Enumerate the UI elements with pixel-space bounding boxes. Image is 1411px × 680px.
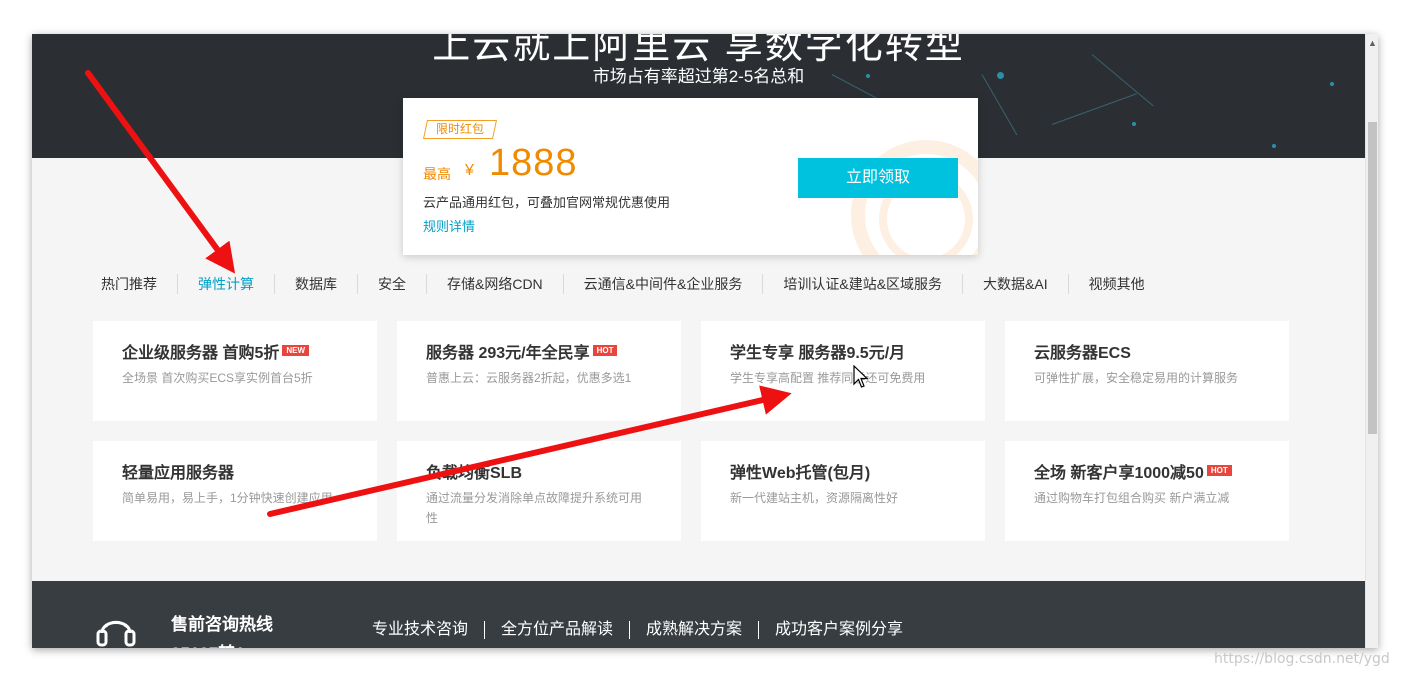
product-card-server-293[interactable]: 服务器 293元/年全民享 HOT 普惠上云：云服务器2折起，优惠多选1 <box>397 321 681 421</box>
footer-link-solutions[interactable]: 成熟解决方案 <box>629 621 758 639</box>
footer-link-product-guide[interactable]: 全方位产品解读 <box>484 621 629 639</box>
decorative-dot <box>866 74 870 78</box>
product-card-enterprise-server[interactable]: 企业级服务器 首购5折 NEW 全场景 首次购买ECS享实例首台5折 <box>93 321 377 421</box>
coupon-prefix: 最高 <box>423 166 451 182</box>
watermark-url: https://blog.csdn.net/ygd <box>1214 651 1390 667</box>
card-title-row: 负载均衡SLB <box>426 463 651 485</box>
decorative-dot <box>997 72 1004 79</box>
card-description: 可弹性扩展，安全稳定易用的计算服务 <box>1034 371 1239 385</box>
card-title-row: 轻量应用服务器 <box>122 463 347 485</box>
card-title-row: 全场 新客户享1000减50 HOT <box>1034 463 1259 485</box>
footer-link-case-studies[interactable]: 成功客户案例分享 <box>758 621 919 639</box>
limited-time-tag-label: 限时红包 <box>436 122 485 136</box>
decorative-line <box>1051 93 1137 125</box>
card-title: 弹性Web托管(包月) <box>730 465 871 482</box>
mouse-cursor-icon <box>853 365 869 388</box>
card-title-row: 云服务器ECS <box>1034 343 1259 365</box>
tab-database[interactable]: 数据库 <box>274 274 357 294</box>
hotline-number: 95187转1 <box>171 639 245 648</box>
coupon-currency: ¥ <box>465 162 474 179</box>
vertical-scrollbar[interactable]: ▲ <box>1365 34 1378 648</box>
coupon-card: 限时红包 最高 ¥ 1888 云产品通用红包，可叠加官网常规优惠使用 规则详情 … <box>403 98 978 255</box>
tab-bigdata-ai[interactable]: 大数据&AI <box>962 274 1068 294</box>
tab-training-site-region[interactable]: 培训认证&建站&区域服务 <box>762 274 962 294</box>
card-title-row: 企业级服务器 首购5折 NEW <box>122 343 347 365</box>
card-description: 全场景 首次购买ECS享实例首台5折 <box>122 371 313 385</box>
card-title: 学生专享 服务器9.5元/月 <box>730 345 906 362</box>
card-description: 通过流量分发消除单点故障提升系统可用性 <box>426 491 643 525</box>
product-card-lightweight-server[interactable]: 轻量应用服务器 简单易用，易上手，1分钟快速创建应用 <box>93 441 377 541</box>
card-description: 简单易用，易上手，1分钟快速创建应用 <box>122 491 333 505</box>
card-title-row: 服务器 293元/年全民享 HOT <box>426 343 651 365</box>
product-card-slb[interactable]: 负载均衡SLB 通过流量分发消除单点故障提升系统可用性 <box>397 441 681 541</box>
hot-badge: HOT <box>1206 464 1232 476</box>
card-description: 通过购物车打包组合购买 新户满立减 <box>1034 491 1230 505</box>
card-title-row: 弹性Web托管(包月) <box>730 463 955 485</box>
new-badge: NEW <box>282 344 310 356</box>
hot-badge: HOT <box>592 344 618 356</box>
footer-bar: 售前咨询热线 95187转1 专业技术咨询 全方位产品解读 成熟解决方案 成功客… <box>32 581 1365 648</box>
hotline-label: 售前咨询热线 <box>171 615 273 634</box>
card-title: 负载均衡SLB <box>426 465 523 482</box>
hero-subtitle: 市场占有率超过第2-5名总和 <box>592 67 805 86</box>
browser-viewport: 上云就上阿里云 享数字化转型 市场占有率超过第2-5名总和 限时红包 最高 ¥ … <box>32 34 1378 648</box>
card-description: 新一代建站主机，资源隔离性好 <box>730 491 899 505</box>
card-title: 全场 新客户享1000减50 <box>1034 465 1204 482</box>
card-title-row: 学生专享 服务器9.5元/月 <box>730 343 955 365</box>
limited-time-tag: 限时红包 <box>422 120 498 139</box>
footer-link-tech-consult[interactable]: 专业技术咨询 <box>356 621 484 639</box>
tab-elastic-compute[interactable]: 弹性计算 <box>177 274 274 294</box>
tab-hot[interactable]: 热门推荐 <box>101 274 177 294</box>
card-title: 云服务器ECS <box>1034 345 1131 362</box>
footer-links: 专业技术咨询 全方位产品解读 成熟解决方案 成功客户案例分享 <box>356 621 919 639</box>
card-description: 普惠上云：云服务器2折起，优惠多选1 <box>426 371 632 385</box>
product-card-student-server[interactable]: 学生专享 服务器9.5元/月 学生专享高配置 推荐同学还可免费用 <box>701 321 985 421</box>
tab-communication-middleware[interactable]: 云通信&中间件&企业服务 <box>562 274 763 294</box>
tab-storage-cdn[interactable]: 存储&网络CDN <box>426 274 563 294</box>
coupon-amount: 1888 <box>489 142 578 184</box>
product-card-ecs[interactable]: 云服务器ECS 可弹性扩展，安全稳定易用的计算服务 <box>1005 321 1289 421</box>
headset-icon <box>96 620 136 648</box>
decorative-dot <box>1272 144 1276 148</box>
product-card-new-customer[interactable]: 全场 新客户享1000减50 HOT 通过购物车打包组合购买 新户满立减 <box>1005 441 1289 541</box>
scroll-up-icon[interactable]: ▲ <box>1366 36 1378 50</box>
tab-security[interactable]: 安全 <box>357 274 426 294</box>
coupon-description: 云产品通用红包，可叠加官网常规优惠使用 <box>423 195 671 210</box>
decorative-dot <box>1132 122 1136 126</box>
decorative-dot <box>1330 82 1334 86</box>
category-tabs: 热门推荐 弹性计算 数据库 安全 存储&网络CDN 云通信&中间件&企业服务 培… <box>101 272 1165 296</box>
card-title: 服务器 293元/年全民享 <box>426 345 590 362</box>
card-title: 轻量应用服务器 <box>122 465 235 482</box>
card-title: 企业级服务器 首购5折 <box>122 345 280 362</box>
product-card-grid: 企业级服务器 首购5折 NEW 全场景 首次购买ECS享实例首台5折 服务器 29… <box>93 321 1289 541</box>
scrollbar-thumb[interactable] <box>1368 122 1377 434</box>
card-description: 学生专享高配置 推荐同学还可免费用 <box>730 371 926 385</box>
claim-button[interactable]: 立即领取 <box>798 158 958 198</box>
tab-video-other[interactable]: 视频其他 <box>1067 274 1165 294</box>
coupon-rules-link[interactable]: 规则详情 <box>423 216 475 235</box>
product-card-web-hosting[interactable]: 弹性Web托管(包月) 新一代建站主机，资源隔离性好 <box>701 441 985 541</box>
